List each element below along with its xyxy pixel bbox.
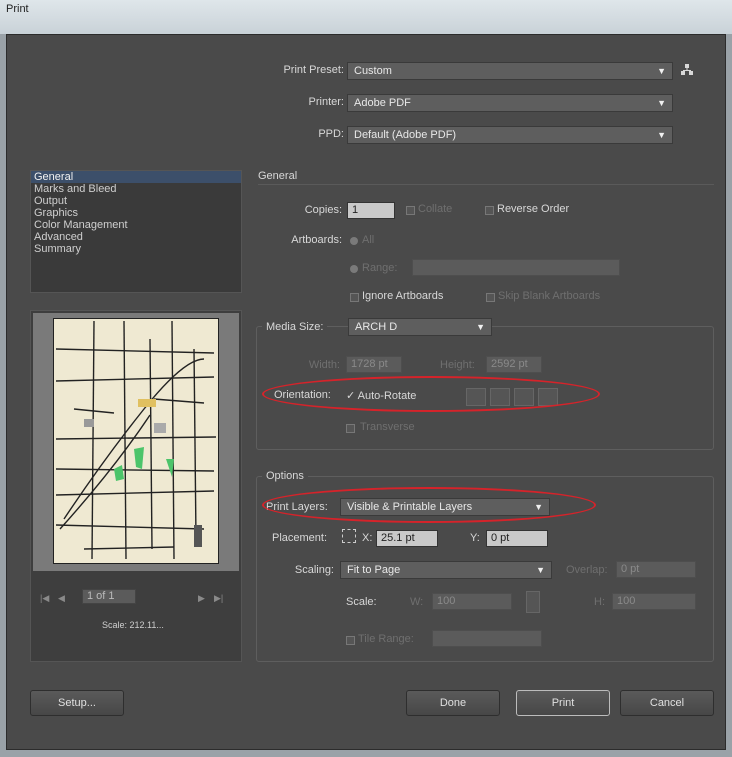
- print-preset-dropdown[interactable]: Custom ▼: [347, 62, 673, 80]
- width-input[interactable]: 1728 pt: [346, 356, 402, 373]
- done-button[interactable]: Done: [406, 690, 500, 716]
- setup-button[interactable]: Setup...: [30, 690, 124, 716]
- h-label: H:: [594, 596, 605, 608]
- overlap-label: Overlap:: [566, 564, 608, 576]
- y-input[interactable]: 0 pt: [486, 530, 548, 547]
- y-label: Y:: [470, 532, 480, 544]
- x-input[interactable]: 25.1 pt: [376, 530, 438, 547]
- all-label: All: [362, 234, 375, 246]
- preview-scale-text: Scale: 212.11...: [102, 620, 164, 630]
- preset-label: Print Preset:: [283, 64, 344, 76]
- copies-input[interactable]: 1: [347, 202, 395, 219]
- skip-blank-checkbox[interactable]: [486, 293, 495, 302]
- chevron-down-icon: ▼: [657, 130, 666, 140]
- ignore-artboards-label: Ignore Artboards: [362, 290, 444, 302]
- ppd-label: PPD:: [318, 128, 344, 140]
- first-page-icon[interactable]: |◀: [40, 593, 49, 604]
- scale-label: Scale:: [346, 596, 377, 608]
- media-size-value: ARCH D: [355, 321, 398, 333]
- category-list: General Marks and Bleed Output Graphics …: [30, 170, 242, 293]
- x-label: X:: [362, 532, 373, 544]
- link-icon[interactable]: [526, 591, 540, 613]
- annotation-oval-print-layers: [262, 487, 596, 523]
- range-input[interactable]: [412, 259, 620, 276]
- scale-h-input[interactable]: 100: [612, 593, 696, 610]
- scaling-label: Scaling:: [294, 564, 334, 576]
- overlap-input[interactable]: 0 pt: [616, 561, 696, 578]
- media-size-dropdown[interactable]: ARCH D ▼: [348, 318, 492, 336]
- range-label: Range:: [362, 262, 398, 274]
- range-radio[interactable]: [350, 265, 358, 273]
- print-button[interactable]: Print: [516, 690, 610, 716]
- ppd-value: Default (Adobe PDF): [354, 129, 457, 141]
- chevron-down-icon: ▼: [536, 565, 545, 575]
- copies-label: Copies:: [304, 204, 342, 216]
- placement-grid-icon[interactable]: [342, 529, 356, 543]
- all-radio[interactable]: [350, 237, 358, 245]
- title-bar[interactable]: Print: [0, 0, 732, 34]
- category-item-advanced[interactable]: Advanced: [31, 231, 241, 243]
- printer-value: Adobe PDF: [354, 97, 411, 109]
- scaling-value: Fit to Page: [347, 564, 401, 576]
- page-indicator-field[interactable]: 1 of 1: [82, 589, 136, 604]
- cancel-button[interactable]: Cancel: [620, 690, 714, 716]
- category-item-summary[interactable]: Summary: [31, 243, 241, 255]
- general-heading: General: [258, 170, 298, 182]
- window-title: Print: [6, 3, 29, 15]
- media-size-label: Media Size:: [262, 321, 328, 333]
- scale-w-input[interactable]: 100: [432, 593, 512, 610]
- collate-label: Collate: [418, 203, 453, 215]
- category-item-color-management[interactable]: Color Management: [31, 219, 241, 231]
- tile-range-checkbox[interactable]: [346, 636, 355, 645]
- placement-label: Placement:: [272, 532, 328, 544]
- printer-dropdown[interactable]: Adobe PDF ▼: [347, 94, 673, 112]
- map-preview-image: [53, 318, 219, 564]
- options-heading: Options: [262, 470, 308, 482]
- ignore-artboards-checkbox[interactable]: [350, 293, 359, 302]
- chevron-down-icon: ▼: [657, 66, 666, 76]
- category-item-output[interactable]: Output: [31, 195, 241, 207]
- tile-range-input[interactable]: [432, 630, 542, 647]
- skip-blank-artboards-label: Skip Blank Artboards: [498, 290, 601, 302]
- last-page-icon[interactable]: ▶|: [214, 593, 223, 604]
- height-label: Height:: [440, 359, 475, 371]
- divider: [258, 184, 714, 185]
- w-label: W:: [410, 596, 424, 608]
- scaling-dropdown[interactable]: Fit to Page ▼: [340, 561, 552, 579]
- transverse-checkbox[interactable]: [346, 424, 355, 433]
- reverse-order-label: Reverse Order: [497, 203, 570, 215]
- annotation-oval-orientation: [262, 376, 600, 412]
- category-item-graphics[interactable]: Graphics: [31, 207, 241, 219]
- reverse-order-checkbox[interactable]: [485, 206, 494, 215]
- print-preset-value: Custom: [354, 65, 392, 77]
- next-page-icon[interactable]: ▶: [198, 593, 205, 604]
- tile-range-label: Tile Range:: [358, 633, 414, 645]
- category-item-marks-and-bleed[interactable]: Marks and Bleed: [31, 183, 241, 195]
- width-label: Width:: [308, 359, 340, 371]
- printer-label: Printer:: [308, 96, 344, 108]
- height-input[interactable]: 2592 pt: [486, 356, 542, 373]
- ppd-dropdown[interactable]: Default (Adobe PDF) ▼: [347, 126, 673, 144]
- transverse-label: Transverse: [360, 421, 415, 433]
- prev-page-icon[interactable]: ◀: [58, 593, 65, 604]
- chevron-down-icon: ▼: [657, 98, 666, 108]
- category-item-general[interactable]: General: [31, 171, 241, 183]
- artboards-label: Artboards:: [291, 234, 342, 246]
- save-preset-icon[interactable]: [680, 63, 694, 77]
- collate-checkbox[interactable]: [406, 206, 415, 215]
- chevron-down-icon: ▼: [476, 322, 485, 332]
